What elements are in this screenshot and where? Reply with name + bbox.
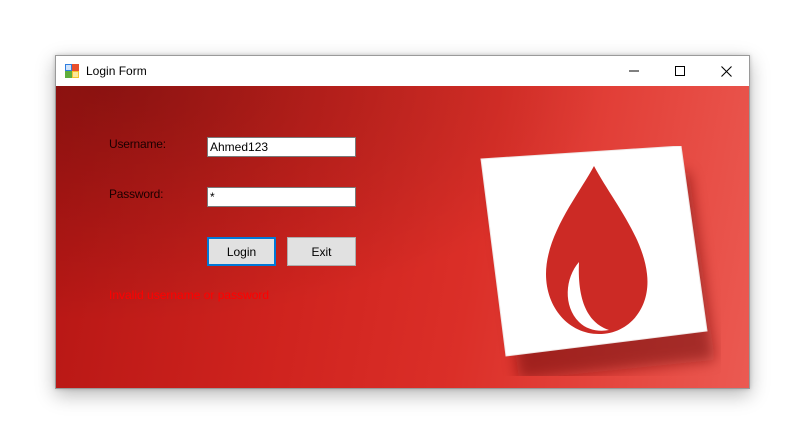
window-title: Login Form	[86, 64, 147, 78]
password-label: Password:	[109, 187, 164, 201]
login-button[interactable]: Login	[207, 237, 276, 266]
windows-form-icon	[65, 64, 79, 78]
title-bar[interactable]: Login Form	[56, 56, 749, 86]
error-message: Invalid username or password	[109, 288, 270, 302]
minimize-icon	[629, 70, 639, 72]
close-button[interactable]	[703, 56, 749, 86]
maximize-button[interactable]	[657, 56, 703, 86]
username-input[interactable]	[207, 137, 356, 157]
login-form-window: Login Form Username: Password: Login Exi…	[55, 55, 750, 389]
minimize-button[interactable]	[611, 56, 657, 86]
exit-button[interactable]: Exit	[287, 237, 356, 266]
close-icon	[720, 65, 732, 77]
username-label: Username:	[109, 137, 166, 151]
password-input[interactable]	[207, 187, 356, 207]
form-client-area: Username: Password: Login Exit Invalid u…	[56, 86, 749, 388]
blood-drop-note-icon	[480, 146, 715, 376]
maximize-icon	[675, 66, 685, 76]
